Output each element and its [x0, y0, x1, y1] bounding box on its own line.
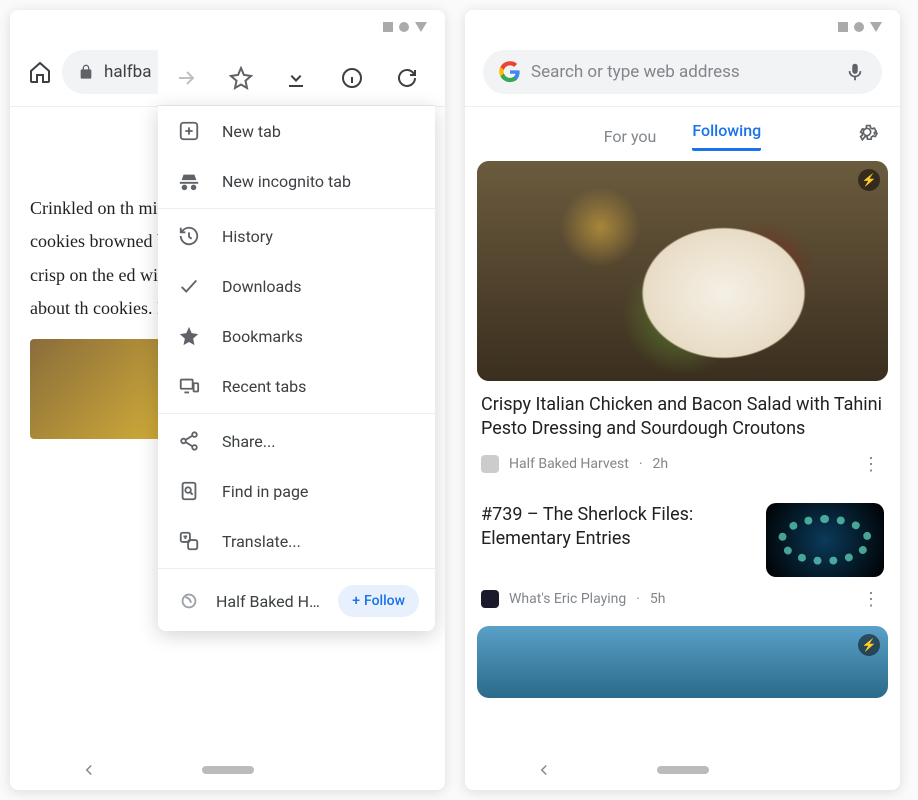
feed-card[interactable]: ⚡ Crispy Italian Chicken and Bacon Salad…	[477, 161, 888, 479]
amp-icon: ⚡	[858, 634, 880, 656]
menu-item-find-in-page[interactable]: Find in page	[158, 466, 435, 516]
menu-label: New incognito tab	[222, 172, 351, 191]
card-source: What's Eric Playing	[509, 591, 626, 607]
search-box[interactable]: Search or type web address	[483, 50, 882, 94]
card-meta: What's Eric Playing · 5h ⋮	[477, 585, 888, 614]
card-age: 2h	[653, 456, 669, 472]
phone-left: halfba — H A L F H A R Crinkled on th mi…	[10, 10, 445, 790]
translate-icon	[178, 530, 200, 552]
status-icons	[383, 22, 427, 32]
menu-label: Find in page	[222, 482, 308, 501]
plus-square-icon	[178, 120, 200, 142]
status-triangle-icon	[870, 22, 882, 32]
feed-card[interactable]: ⚡	[477, 626, 888, 698]
menu-item-new-tab[interactable]: New tab	[158, 106, 435, 156]
menu-item-translate[interactable]: Translate...	[158, 516, 435, 566]
overflow-toolbar	[158, 50, 435, 106]
feed-tabs: For you Following	[465, 107, 900, 161]
follow-label: Follow	[364, 593, 405, 609]
home-icon[interactable]	[28, 60, 52, 84]
system-nav	[465, 750, 900, 790]
incognito-icon	[178, 170, 200, 192]
menu-item-recent-tabs[interactable]: Recent tabs	[158, 361, 435, 411]
menu-item-new-incognito-tab[interactable]: New incognito tab	[158, 156, 435, 206]
status-triangle-icon	[415, 22, 427, 32]
menu-item-share[interactable]: Share...	[158, 416, 435, 466]
status-circle-icon	[399, 22, 409, 32]
source-favicon-icon	[481, 590, 499, 608]
card-meta: Half Baked Harvest · 2h ⋮	[477, 450, 888, 479]
card-source: Half Baked Harvest	[509, 456, 629, 472]
phone-right: Search or type web address For you Follo…	[465, 10, 900, 790]
tab-following[interactable]: Following	[692, 121, 761, 151]
amp-icon: ⚡	[858, 169, 880, 191]
menu-separator	[158, 208, 435, 209]
menu-follow-row: Half Baked Harvest + Follow	[158, 571, 435, 631]
menu-label: Share...	[222, 432, 275, 451]
card-title: #739 – The Sherlock Files: Elementary En…	[481, 503, 754, 577]
history-icon	[178, 225, 200, 247]
card-overflow-icon[interactable]: ⋮	[858, 589, 884, 610]
follow-site-name: Half Baked Harvest	[216, 592, 322, 611]
status-circle-icon	[854, 22, 864, 32]
gear-icon[interactable]	[856, 121, 878, 143]
share-icon	[178, 430, 200, 452]
follow-button[interactable]: + Follow	[338, 585, 419, 617]
site-favicon-icon	[178, 590, 200, 612]
tab-for-you[interactable]: For you	[604, 127, 657, 146]
menu-label: Translate...	[222, 532, 301, 551]
nav-pill[interactable]	[657, 766, 709, 774]
menu-label: History	[222, 227, 273, 246]
system-nav	[10, 750, 445, 790]
url-text: halfba	[104, 62, 151, 82]
star-icon[interactable]	[229, 66, 253, 90]
reload-icon[interactable]	[395, 66, 419, 90]
overflow-menu: New tab New incognito tab History Downlo…	[158, 106, 435, 631]
card-overflow-icon[interactable]: ⋮	[858, 454, 884, 475]
menu-separator	[158, 413, 435, 414]
search-row: Search or type web address	[465, 10, 900, 107]
find-in-page-icon	[178, 480, 200, 502]
feed-card[interactable]: #739 – The Sherlock Files: Elementary En…	[477, 491, 888, 614]
status-icons	[838, 22, 882, 32]
download-icon[interactable]	[284, 66, 308, 90]
menu-item-bookmarks[interactable]: Bookmarks	[158, 311, 435, 361]
info-icon[interactable]	[340, 66, 364, 90]
search-placeholder: Search or type web address	[531, 62, 740, 82]
mic-icon[interactable]	[844, 61, 866, 83]
google-logo-icon	[499, 61, 521, 83]
back-icon[interactable]	[80, 761, 98, 779]
menu-item-history[interactable]: History	[158, 211, 435, 261]
feed: ⚡ Crispy Italian Chicken and Bacon Salad…	[465, 161, 900, 698]
card-title: Crispy Italian Chicken and Bacon Salad w…	[477, 381, 888, 450]
checkmark-icon	[178, 275, 200, 297]
back-icon[interactable]	[535, 761, 553, 779]
source-favicon-icon	[481, 455, 499, 473]
menu-label: Recent tabs	[222, 377, 306, 396]
card-thumbnail	[766, 503, 884, 577]
nav-pill[interactable]	[202, 766, 254, 774]
menu-separator	[158, 568, 435, 569]
menu-label: Bookmarks	[222, 327, 303, 346]
star-filled-icon	[178, 325, 200, 347]
card-image: ⚡	[477, 161, 888, 381]
status-square-icon	[838, 22, 848, 32]
menu-label: New tab	[222, 122, 281, 141]
status-square-icon	[383, 22, 393, 32]
devices-icon	[178, 375, 200, 397]
forward-icon[interactable]	[174, 66, 198, 90]
lock-icon	[78, 64, 94, 80]
card-age: 5h	[650, 591, 666, 607]
plus-icon: +	[352, 593, 360, 609]
menu-label: Downloads	[222, 277, 301, 296]
menu-item-downloads[interactable]: Downloads	[158, 261, 435, 311]
